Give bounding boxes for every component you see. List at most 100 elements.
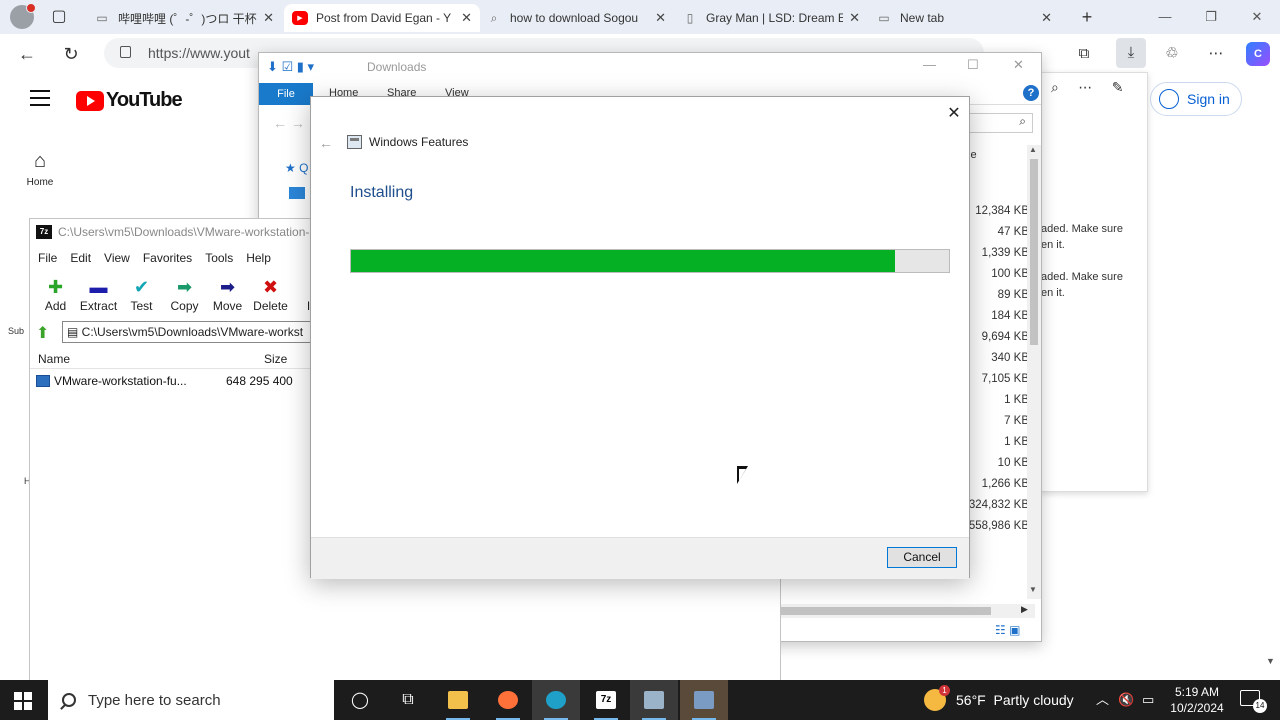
- chevron-up-icon[interactable]: ︿: [1096, 680, 1109, 720]
- control-panel-taskbar-icon[interactable]: [630, 680, 678, 720]
- tab-actions-icon[interactable]: ▢: [48, 7, 70, 27]
- youtube-icon: ▶: [292, 11, 308, 25]
- menu-file[interactable]: File: [38, 251, 57, 265]
- copy-button[interactable]: ➡ Copy: [163, 275, 206, 313]
- new-tab-button[interactable]: +: [1076, 6, 1098, 28]
- weather-widget[interactable]: 56°F Partly cloudy: [924, 680, 1074, 720]
- close-window-button[interactable]: ✕: [1234, 6, 1280, 28]
- search-icon[interactable]: ⌕: [1051, 79, 1059, 95]
- explorer-search-box[interactable]: ⌕: [959, 113, 1033, 133]
- firefox-taskbar-icon[interactable]: [484, 680, 532, 720]
- menu-favorites[interactable]: Favorites: [143, 251, 192, 265]
- tab-title: Gray Man | LSD: Dream E: [706, 11, 844, 25]
- extract-button[interactable]: ▬ Extract: [77, 275, 120, 313]
- close-icon[interactable]: ✕: [263, 10, 274, 26]
- profile-avatar[interactable]: [10, 3, 36, 29]
- file-row[interactable]: VMware-workstation-fu... 648 295 400: [36, 373, 326, 391]
- home-icon: ⌂: [33, 150, 47, 172]
- copilot-icon[interactable]: C: [1246, 42, 1270, 66]
- cortana-icon[interactable]: ◯: [336, 680, 384, 720]
- windows-features-dialog: ✕ ← Windows Features Installing Cancel: [310, 96, 970, 579]
- desktop-folder-icon[interactable]: [289, 187, 305, 199]
- start-button[interactable]: [14, 692, 32, 710]
- windows-features-taskbar-icon[interactable]: [680, 680, 728, 720]
- nav-home[interactable]: ⌂ Home: [22, 150, 58, 188]
- scroll-down-icon[interactable]: ▼: [1029, 585, 1037, 594]
- tab-bilibili[interactable]: ▭ 哔哩哔哩 (゜-゜)つロ 干杯~ ✕: [86, 4, 282, 32]
- page-scrollbar[interactable]: ▼: [1262, 72, 1280, 680]
- menu-help[interactable]: Help: [246, 251, 271, 265]
- close-button[interactable]: ✕: [1013, 57, 1024, 73]
- ribbon-tab-file[interactable]: File: [259, 83, 313, 105]
- weather-icon: [924, 685, 950, 711]
- file-list-header: Name Size: [30, 349, 320, 369]
- quick-access-item[interactable]: ★ Q: [285, 161, 308, 175]
- scroll-right-icon[interactable]: ▶: [1021, 604, 1028, 615]
- progress-fill: [351, 250, 896, 272]
- close-icon[interactable]: ✕: [655, 10, 666, 26]
- explorer-horizontal-scrollbar[interactable]: ▶: [781, 604, 1035, 618]
- cancel-button[interactable]: Cancel: [887, 547, 957, 568]
- name-column-header[interactable]: Name: [38, 352, 70, 366]
- weather-temp: 56°F: [956, 692, 986, 708]
- tab-gray-man[interactable]: ▯ Gray Man | LSD: Dream E ✕: [674, 4, 868, 32]
- more-icon[interactable]: ⋯: [1078, 79, 1092, 95]
- menu-tools[interactable]: Tools: [205, 251, 233, 265]
- windows-features-icon: [347, 135, 362, 149]
- explorer-vertical-scrollbar[interactable]: ▲ ▼: [1027, 145, 1041, 599]
- back-arrow-icon[interactable]: ←: [16, 43, 38, 65]
- volume-muted-icon[interactable]: 🔇: [1118, 680, 1134, 720]
- clock[interactable]: 5:19 AM 10/2/2024: [1162, 684, 1232, 716]
- quick-access-toolbar-icon[interactable]: ⬇ ☑ ▮ ▾: [267, 59, 314, 75]
- refresh-icon[interactable]: ↻: [60, 43, 82, 65]
- maximize-button[interactable]: ☐: [967, 57, 979, 73]
- account-icon: [1159, 89, 1179, 109]
- move-button[interactable]: ➡ Move: [206, 275, 249, 313]
- minimize-button[interactable]: —: [923, 57, 936, 72]
- tab-youtube-post[interactable]: ▶ Post from David Egan - Y ✕: [284, 4, 480, 32]
- move-arrow-icon: ➡: [219, 277, 236, 297]
- copy-arrow-icon: ➡: [176, 277, 193, 297]
- menu-edit[interactable]: Edit: [70, 251, 91, 265]
- youtube-logo[interactable]: YouTube: [76, 89, 183, 112]
- edge-taskbar-icon[interactable]: [532, 680, 580, 720]
- test-button[interactable]: ✔ Test: [120, 275, 163, 313]
- path-input[interactable]: ▤ C:\Users\vm5\Downloads\VMware-workst: [62, 321, 352, 343]
- notification-center-icon[interactable]: 14: [1240, 690, 1267, 713]
- collections-icon[interactable]: ⧉: [1072, 42, 1096, 66]
- tab-search[interactable]: ⌕ how to download Sogou ✕: [478, 4, 674, 32]
- menu-view[interactable]: View: [104, 251, 130, 265]
- size-column-header[interactable]: Size: [264, 352, 287, 366]
- network-icon[interactable]: ▭: [1142, 680, 1154, 720]
- help-icon[interactable]: ?: [1023, 85, 1039, 101]
- sign-in-button[interactable]: Sign in: [1150, 82, 1242, 116]
- scroll-thumb[interactable]: [781, 607, 991, 615]
- extensions-icon[interactable]: ♲: [1160, 42, 1184, 66]
- restore-button[interactable]: ❐: [1188, 6, 1234, 28]
- sevenzip-taskbar-icon[interactable]: 7z: [582, 680, 630, 720]
- browser-tab-strip: ▢ ▭ 哔哩哔哩 (゜-゜)つロ 干杯~ ✕ ▶ Post from David…: [0, 0, 1280, 34]
- pin-icon[interactable]: ✎: [1112, 79, 1124, 95]
- view-toggle-icons[interactable]: ☷ ▣: [995, 623, 1020, 637]
- folder-up-icon[interactable]: ⬆: [36, 323, 49, 343]
- close-icon[interactable]: ✕: [1041, 10, 1052, 26]
- close-button[interactable]: ✕: [943, 103, 965, 125]
- explorer-nav-arrows[interactable]: ← →: [273, 115, 305, 131]
- task-view-icon[interactable]: ⧉: [384, 680, 432, 720]
- more-menu-icon[interactable]: ⋯: [1204, 42, 1228, 66]
- taskbar-search[interactable]: Type here to search: [48, 680, 334, 720]
- tab-new-tab[interactable]: ▭ New tab ✕: [868, 4, 1060, 32]
- scroll-up-icon[interactable]: ▲: [1029, 145, 1037, 154]
- hamburger-menu-icon[interactable]: [30, 90, 50, 106]
- scroll-thumb[interactable]: [1030, 159, 1038, 345]
- download-icon[interactable]: ⤓: [1116, 38, 1146, 68]
- add-button[interactable]: ✚ Add: [34, 275, 77, 313]
- minimize-button[interactable]: —: [1142, 6, 1188, 28]
- close-icon[interactable]: ✕: [849, 10, 860, 26]
- file-explorer-taskbar-icon[interactable]: [434, 680, 482, 720]
- delete-button[interactable]: ✖ Delete: [249, 275, 292, 313]
- page-icon: ▯: [686, 11, 694, 25]
- scroll-down-icon[interactable]: ▼: [1266, 656, 1275, 666]
- close-icon[interactable]: ✕: [461, 10, 472, 26]
- explorer-titlebar: ⬇ ☑ ▮ ▾ Downloads — ☐ ✕: [259, 53, 1041, 81]
